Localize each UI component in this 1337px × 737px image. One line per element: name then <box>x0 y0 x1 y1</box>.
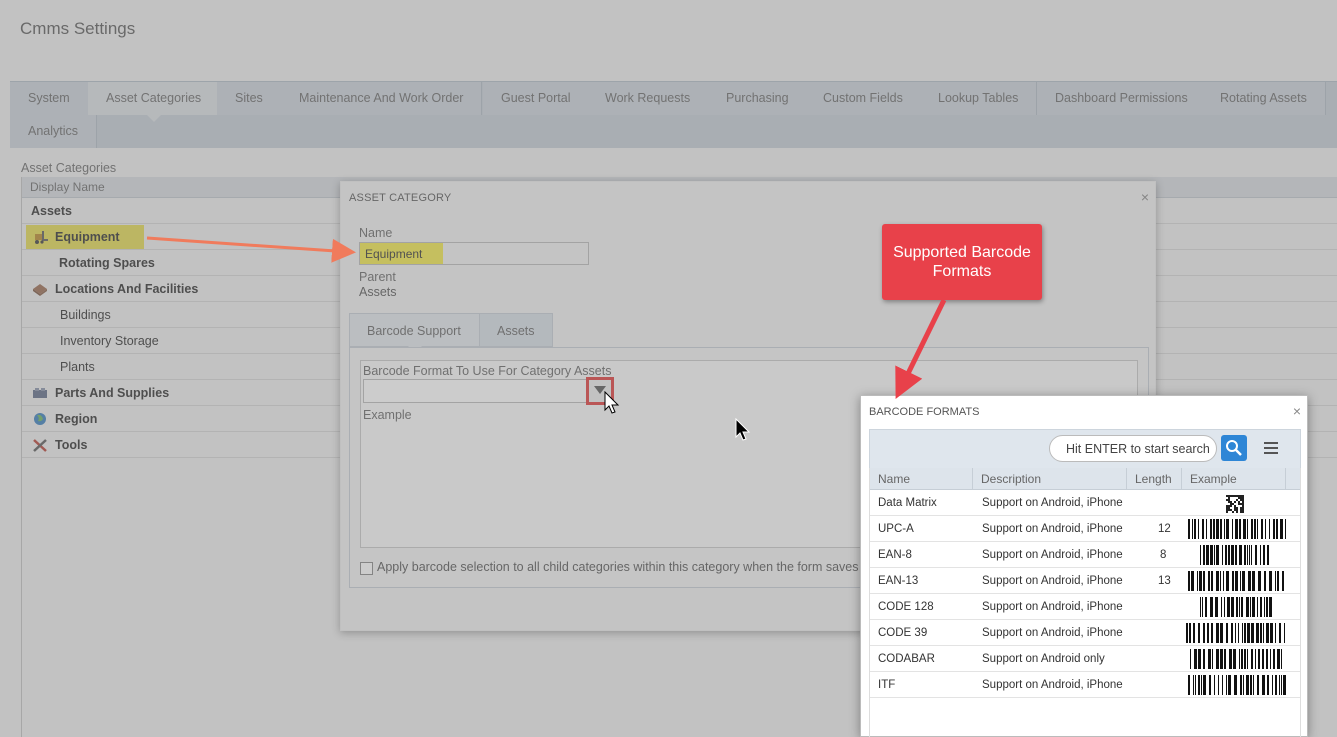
format-length: 8 <box>1160 549 1167 561</box>
table-row[interactable]: EAN-13 Support on Android, iPhone 13 <box>870 568 1300 594</box>
format-name: ITF <box>878 679 896 691</box>
barcode-image <box>1200 545 1269 565</box>
mouse-cursor-icon <box>735 418 751 441</box>
format-name: Data Matrix <box>878 497 937 509</box>
callout-supported-barcode-formats: Supported Barcode Formats <box>882 224 1042 300</box>
datamatrix-image <box>1226 495 1244 513</box>
column-header-description[interactable]: Description <box>973 468 1127 490</box>
format-name: EAN-13 <box>878 575 919 587</box>
close-icon[interactable]: × <box>1293 403 1301 419</box>
format-description: Support on Android, iPhone <box>982 627 1123 639</box>
barcode-image <box>1186 623 1285 643</box>
barcode-toolbar <box>869 429 1301 469</box>
format-name: CODABAR <box>878 653 935 665</box>
column-header-name[interactable]: Name <box>870 468 973 490</box>
format-name: CODE 39 <box>878 627 928 639</box>
format-name: EAN-8 <box>878 549 912 561</box>
search-input[interactable] <box>1049 435 1217 462</box>
table-row[interactable]: CODE 39 Support on Android, iPhone <box>870 620 1300 646</box>
barcode-image <box>1188 675 1286 695</box>
barcode-image <box>1188 519 1286 539</box>
search-button[interactable] <box>1221 435 1247 461</box>
format-description: Support on Android, iPhone <box>982 575 1123 587</box>
dialog-title: BARCODE FORMATS <box>869 406 980 418</box>
barcode-image <box>1190 649 1282 669</box>
search-icon <box>1226 440 1242 456</box>
barcode-image <box>1188 571 1284 591</box>
list-icon[interactable] <box>1264 442 1278 454</box>
column-header-example[interactable]: Example <box>1182 468 1286 490</box>
barcode-formats-dialog: BARCODE FORMATS × Name Description Lengt… <box>860 395 1308 737</box>
format-description: Support on Android, iPhone <box>982 497 1123 509</box>
column-header-length[interactable]: Length <box>1127 468 1182 490</box>
format-description: Support on Android, iPhone <box>982 523 1123 535</box>
table-row[interactable]: CODABAR Support on Android only <box>870 646 1300 672</box>
format-description: Support on Android, iPhone <box>982 549 1123 561</box>
format-length: 12 <box>1158 523 1171 535</box>
format-length: 13 <box>1158 575 1171 587</box>
table-row[interactable]: EAN-8 Support on Android, iPhone 8 <box>870 542 1300 568</box>
format-description: Support on Android only <box>982 653 1105 665</box>
barcode-formats-grid: Name Description Length Example Data Mat… <box>869 468 1301 737</box>
format-description: Support on Android, iPhone <box>982 679 1123 691</box>
table-row[interactable]: CODE 128 Support on Android, iPhone <box>870 594 1300 620</box>
mouse-cursor-icon <box>604 391 620 414</box>
format-name: CODE 128 <box>878 601 934 613</box>
table-row[interactable]: UPC-A Support on Android, iPhone 12 <box>870 516 1300 542</box>
table-row[interactable]: Data Matrix Support on Android, iPhone <box>870 490 1300 516</box>
format-description: Support on Android, iPhone <box>982 601 1123 613</box>
grid-header: Name Description Length Example <box>870 468 1300 490</box>
barcode-image <box>1200 597 1272 617</box>
table-row[interactable]: ITF Support on Android, iPhone <box>870 672 1300 698</box>
format-name: UPC-A <box>878 523 914 535</box>
